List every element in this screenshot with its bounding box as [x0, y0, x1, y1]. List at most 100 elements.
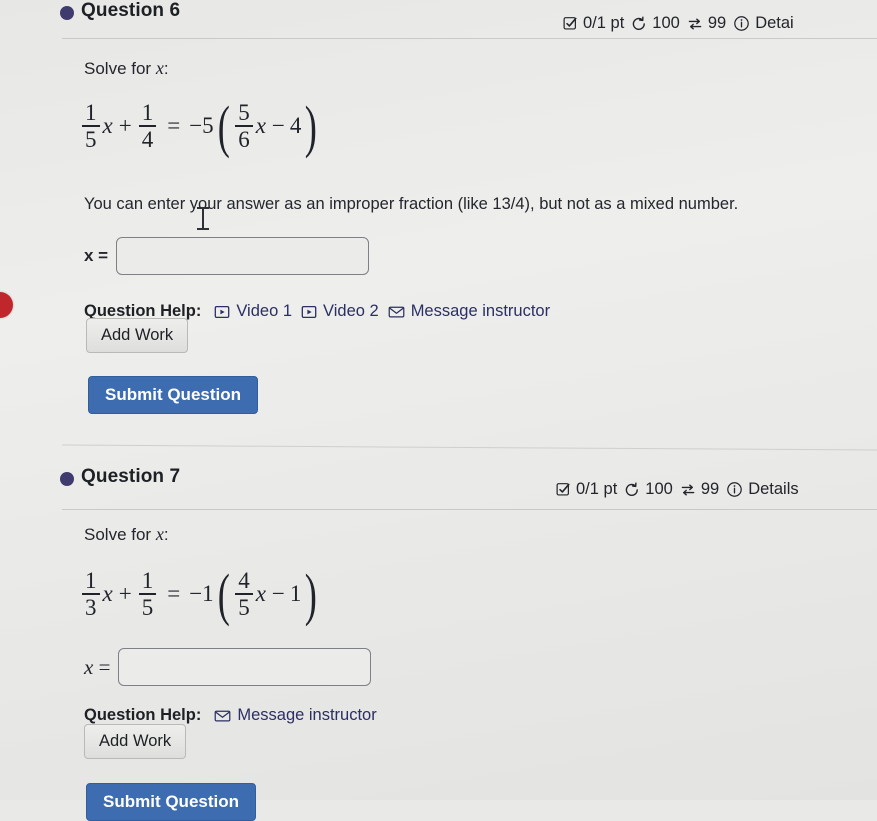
equals-operator: =	[167, 112, 181, 138]
answer-input[interactable]	[118, 648, 372, 686]
equals-operator: =	[167, 580, 181, 606]
fraction-numerator: 1	[141, 100, 154, 125]
coefficient: −5	[189, 112, 214, 138]
assignment-page: Question 6 0/1 pt 100 99 Detai Solve for…	[0, 0, 877, 821]
points-value: 0/1 pt	[576, 480, 618, 498]
message-instructor-link[interactable]: Message instructor	[388, 302, 550, 321]
plus-operator: +	[118, 112, 132, 138]
notification-badge-icon	[0, 292, 13, 318]
question-7-header-rule	[62, 509, 877, 510]
attempts-indicator: 100	[624, 480, 673, 499]
variable-x: x	[255, 580, 266, 606]
details-label: Details	[748, 480, 799, 498]
fraction-five-sixths: 5 6	[235, 101, 253, 151]
video-2-link[interactable]: Video 2	[301, 302, 379, 321]
answer-label: x =	[84, 654, 111, 679]
points-value: 0/1 pt	[583, 14, 625, 32]
question-6-meta: 0/1 pt 100 99 Detai	[563, 14, 794, 33]
fraction-four-fifths: 4 5	[235, 569, 253, 619]
fraction-denominator: 5	[141, 594, 154, 620]
details-link[interactable]: Detai	[733, 14, 794, 33]
answer-input[interactable]	[116, 237, 370, 275]
checkbox-check-icon	[556, 482, 571, 497]
info-circle-icon	[733, 15, 750, 32]
points-indicator: 0/1 pt	[556, 480, 617, 499]
prompt-variable: x	[155, 58, 164, 78]
envelope-icon	[388, 304, 405, 320]
prompt-text: Solve for	[84, 525, 152, 544]
constant: 4	[289, 112, 302, 138]
video-play-icon	[301, 304, 317, 320]
submit-question-button[interactable]: Submit Question	[88, 376, 258, 414]
fraction-denominator: 4	[141, 126, 154, 152]
message-instructor-label: Message instructor	[410, 302, 551, 320]
prompt-variable: x	[155, 524, 164, 544]
points-indicator: 0/1 pt	[563, 14, 624, 33]
checkbox-check-icon	[563, 16, 578, 31]
paren-open: (	[217, 561, 230, 627]
question-7-title: Question 7	[81, 466, 181, 487]
question-7-equation: 1 3 x + 1 5 = −1 ( 4 5 x − 1)	[80, 561, 321, 627]
question-7-answer-row: x =	[84, 648, 372, 686]
prompt-colon: :	[163, 525, 169, 544]
question-7-header: Question 7 0/1 pt 100 99 Details	[0, 466, 877, 510]
question-status-bullet	[60, 472, 74, 486]
video-2-label: Video 2	[323, 302, 379, 320]
fraction-numerator: 1	[141, 568, 154, 593]
fraction-denominator: 3	[85, 594, 97, 620]
retries-value: 99	[700, 480, 720, 498]
question-help-label: Question Help:	[84, 706, 202, 724]
fraction-denominator: 6	[238, 126, 250, 152]
prompt-colon: :	[163, 59, 169, 78]
paren-close: )	[305, 561, 318, 627]
minus-operator: −	[271, 112, 285, 138]
plus-operator: +	[118, 580, 132, 606]
retries-value: 99	[707, 14, 727, 32]
question-7-prompt: Solve for x:	[84, 524, 169, 545]
submit-question-button[interactable]: Submit Question	[86, 783, 256, 821]
attempts-indicator: 100	[631, 14, 680, 33]
fraction-denominator: 5	[238, 594, 250, 620]
question-7-meta: 0/1 pt 100 99 Details	[556, 480, 799, 499]
variable-x: x	[255, 112, 266, 138]
add-work-button[interactable]: Add Work	[86, 318, 189, 353]
question-section-divider	[62, 444, 877, 451]
paren-open: (	[217, 93, 230, 159]
fraction-one-fifth: 1 5	[82, 101, 100, 151]
question-6-note: You can enter your answer as an improper…	[84, 195, 739, 213]
video-1-link[interactable]: Video 1	[214, 302, 292, 321]
constant: 1	[289, 580, 302, 606]
video-play-icon	[214, 304, 230, 320]
question-6-header-rule	[62, 38, 877, 39]
attempts-value: 100	[652, 14, 680, 32]
variable-x: x	[102, 580, 113, 606]
fraction-numerator: 1	[85, 568, 97, 593]
fraction-one-third: 1 3	[82, 569, 100, 619]
fraction-numerator: 1	[85, 100, 97, 125]
fraction-denominator: 5	[85, 126, 97, 152]
retries-indicator: 99	[680, 480, 719, 499]
question-6-answer-row: x =	[84, 237, 370, 275]
message-instructor-label: Message instructor	[237, 706, 377, 724]
details-link[interactable]: Details	[726, 480, 799, 499]
question-6-title: Question 6	[81, 0, 181, 21]
question-6-equation: 1 5 x + 1 4 = −5 ( 5 6 x − 4)	[80, 93, 321, 159]
details-label: Detai	[755, 14, 794, 32]
variable-x: x	[102, 112, 113, 138]
question-6-header: Question 6 0/1 pt 100 99 Detai	[0, 0, 877, 40]
fraction-numerator: 4	[238, 568, 250, 593]
fraction-numerator: 5	[238, 100, 250, 125]
video-1-label: Video 1	[236, 302, 293, 320]
message-instructor-link[interactable]: Message instructor	[214, 706, 377, 725]
envelope-icon	[214, 708, 231, 724]
attempts-value: 100	[645, 480, 673, 498]
retry-swap-icon	[687, 16, 703, 32]
add-work-button[interactable]: Add Work	[84, 724, 187, 759]
coefficient: −1	[189, 580, 214, 606]
answer-label: x =	[84, 246, 109, 265]
question-7-help-row: Question Help: Message instructor	[84, 706, 377, 725]
retries-indicator: 99	[687, 14, 726, 33]
fraction-one-fifth: 1 5	[138, 568, 157, 620]
prompt-text: Solve for	[84, 59, 152, 78]
question-block-6: Question 6 0/1 pt 100 99 Detai Solve for…	[0, 0, 877, 414]
